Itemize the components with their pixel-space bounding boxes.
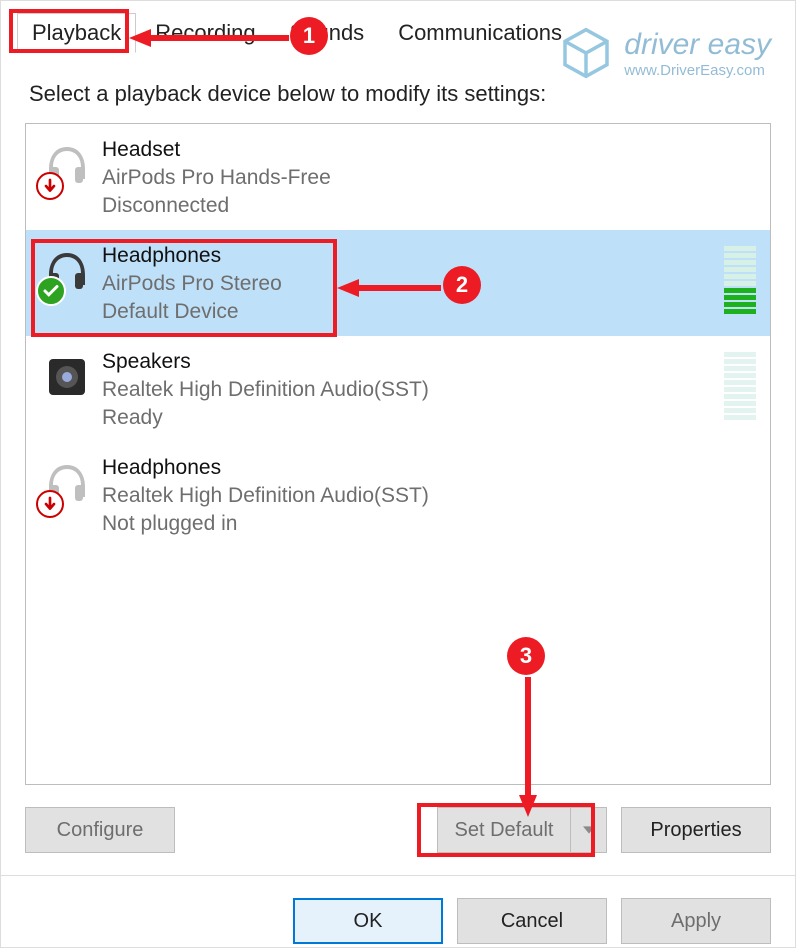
device-row[interactable]: HeadphonesAirPods Pro StereoDefault Devi… (26, 230, 770, 336)
device-title: Headset (102, 136, 758, 164)
device-title: Speakers (102, 348, 758, 376)
device-subtitle: Realtek High Definition Audio(SST) (102, 482, 758, 510)
disconnected-icon (36, 490, 64, 518)
properties-button[interactable]: Properties (621, 807, 771, 853)
device-list[interactable]: HeadsetAirPods Pro Hands-FreeDisconnecte… (25, 123, 771, 785)
instruction-text: Select a playback device below to modify… (1, 53, 795, 123)
tab-communications[interactable]: Communications (383, 13, 577, 53)
disconnected-icon (36, 172, 64, 200)
configure-button[interactable]: Configure (25, 807, 175, 853)
device-row[interactable]: HeadphonesRealtek High Definition Audio(… (26, 442, 770, 548)
device-subtitle: AirPods Pro Hands-Free (102, 164, 758, 192)
tab-recording[interactable]: Recording (140, 13, 270, 53)
device-text: HeadphonesAirPods Pro StereoDefault Devi… (102, 242, 758, 326)
device-text: HeadphonesRealtek High Definition Audio(… (102, 454, 758, 538)
default-check-icon (36, 276, 66, 306)
device-text: SpeakersRealtek High Definition Audio(SS… (102, 348, 758, 432)
device-status: Not plugged in (102, 510, 758, 538)
set-default-button[interactable]: Set Default (437, 807, 607, 853)
volume-level-meter (724, 348, 756, 420)
tab-strip: Playback Recording Sounds Communications (1, 1, 795, 53)
device-subtitle: AirPods Pro Stereo (102, 270, 758, 298)
ok-button[interactable]: OK (293, 898, 443, 944)
device-status: Default Device (102, 298, 758, 326)
callout-1: 1 (290, 17, 328, 55)
device-icon (38, 454, 96, 512)
device-icon (38, 348, 96, 406)
device-status: Disconnected (102, 192, 758, 220)
callout-2: 2 (443, 266, 481, 304)
device-icon (38, 136, 96, 194)
volume-level-meter (724, 242, 756, 314)
dialog-buttons-row: OK Cancel Apply (1, 876, 795, 944)
sound-settings-dialog: Playback Recording Sounds Communications… (0, 0, 796, 948)
device-buttons-row: Configure Set Default Properties (1, 785, 795, 853)
device-title: Headphones (102, 454, 758, 482)
device-title: Headphones (102, 242, 758, 270)
callout-3: 3 (507, 637, 545, 675)
device-status: Ready (102, 404, 758, 432)
apply-button[interactable]: Apply (621, 898, 771, 944)
device-text: HeadsetAirPods Pro Hands-FreeDisconnecte… (102, 136, 758, 220)
cancel-button[interactable]: Cancel (457, 898, 607, 944)
device-icon (38, 242, 96, 300)
device-row[interactable]: HeadsetAirPods Pro Hands-FreeDisconnecte… (26, 124, 770, 230)
tab-playback[interactable]: Playback (17, 13, 136, 53)
device-subtitle: Realtek High Definition Audio(SST) (102, 376, 758, 404)
set-default-dropdown-icon[interactable] (570, 808, 606, 852)
device-row[interactable]: SpeakersRealtek High Definition Audio(SS… (26, 336, 770, 442)
